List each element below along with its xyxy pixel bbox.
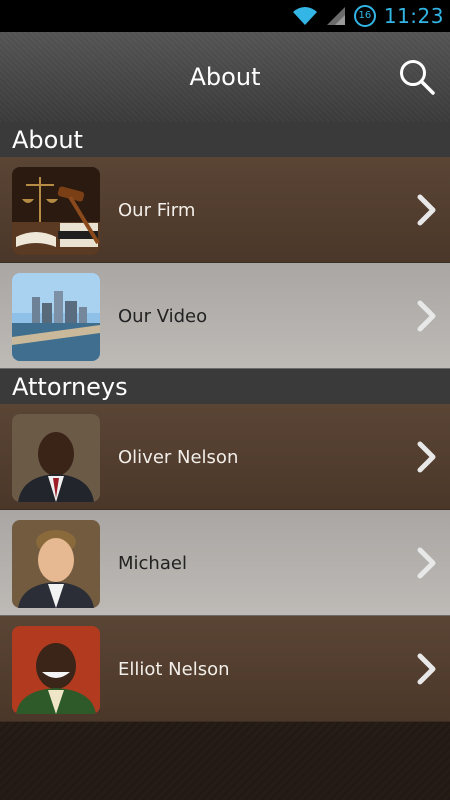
chevron-right-icon [417, 441, 436, 473]
chevron-right-icon [417, 194, 436, 226]
page-title: About [189, 63, 261, 91]
list-item-label: Oliver Nelson [118, 446, 239, 468]
status-bar: 16 11:23 [0, 0, 450, 32]
list-item-label: Our Video [118, 305, 208, 327]
our-firm-thumbnail [12, 167, 100, 255]
list-item-michael[interactable]: Michael [0, 510, 450, 616]
elliot-nelson-photo [12, 626, 100, 714]
search-icon [400, 60, 435, 95]
chevron-right-icon [417, 653, 436, 685]
list-item-label: Michael [118, 552, 187, 574]
search-button[interactable] [396, 56, 438, 98]
wifi-icon [292, 7, 317, 25]
list-item-our-video[interactable]: Our Video [0, 263, 450, 369]
list-item-our-firm[interactable]: Our Firm [0, 157, 450, 263]
action-bar: About [0, 32, 450, 123]
list-item-label: Elliot Nelson [118, 658, 230, 680]
section-header-about: About [0, 122, 450, 157]
signal-icon [326, 7, 345, 25]
notification-badge: 16 [353, 5, 376, 27]
oliver-nelson-photo [12, 414, 100, 502]
chevron-right-icon [417, 547, 436, 579]
michael-photo [12, 520, 100, 608]
status-time: 11:23 [383, 4, 444, 28]
our-video-thumbnail [12, 273, 100, 361]
chevron-right-icon [417, 300, 436, 332]
content-list: About Our Firm Our Video Attorneys Olive… [0, 122, 450, 800]
section-header-attorneys: Attorneys [0, 369, 450, 404]
list-item-oliver-nelson[interactable]: Oliver Nelson [0, 404, 450, 510]
list-item-label: Our Firm [118, 199, 196, 221]
empty-background [0, 722, 450, 800]
status-icons: 16 11:23 [292, 0, 444, 32]
list-item-elliot-nelson[interactable]: Elliot Nelson [0, 616, 450, 722]
